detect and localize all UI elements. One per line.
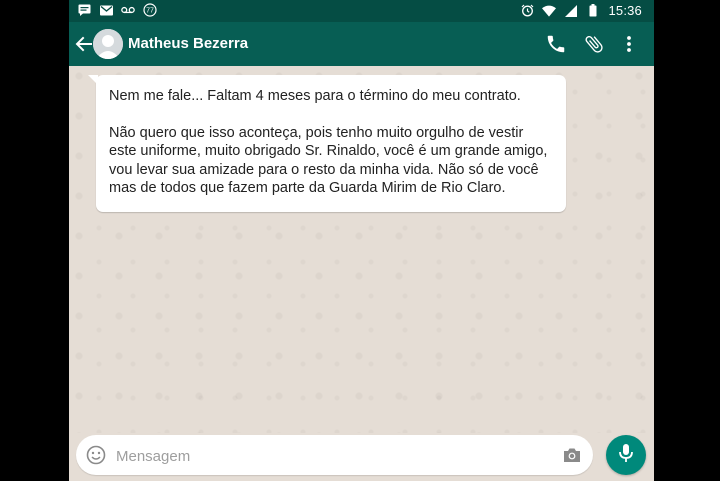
- gmail-icon: [99, 3, 113, 17]
- camera-icon[interactable]: [561, 444, 583, 466]
- mic-icon: [616, 442, 636, 469]
- attach-icon[interactable]: [583, 33, 605, 55]
- status-left-icons: 77: [77, 3, 157, 17]
- avatar[interactable]: [93, 29, 123, 59]
- message-input[interactable]: [114, 441, 558, 471]
- notification-count: 77: [146, 8, 154, 15]
- contact-name[interactable]: Matheus Bezerra: [128, 35, 248, 52]
- message-composer: [76, 435, 593, 475]
- back-arrow-icon[interactable]: [73, 33, 95, 55]
- default-avatar-icon: [93, 29, 123, 59]
- message-paragraph: Nem me fale... Faltam 4 meses para o tér…: [109, 88, 521, 104]
- mic-button[interactable]: [606, 435, 646, 475]
- incoming-message-bubble[interactable]: Nem me fale... Faltam 4 meses para o tér…: [88, 75, 566, 212]
- emoji-icon[interactable]: [85, 444, 107, 466]
- phone-icon[interactable]: [545, 33, 567, 55]
- voicemail-icon: [121, 3, 135, 17]
- status-time: 15:36: [608, 3, 642, 18]
- chat-area[interactable]: Nem me fale... Faltam 4 meses para o tér…: [69, 66, 654, 433]
- notification-77-icon: 77: [143, 3, 157, 17]
- message-icon: [77, 3, 91, 17]
- chat-header: Matheus Bezerra: [69, 22, 654, 66]
- message-paragraph: Não quero que isso aconteça, pois tenho …: [109, 124, 548, 197]
- battery-icon: [586, 4, 600, 18]
- status-right-icons: 15:36: [520, 3, 642, 18]
- more-vert-icon[interactable]: [618, 33, 640, 55]
- alarm-icon: [520, 4, 534, 18]
- whatsapp-screen: 77 15:36 Matheus Bezerra Nem me fale... …: [69, 0, 654, 481]
- signal-icon: [564, 4, 578, 18]
- status-bar: 77 15:36: [69, 0, 654, 22]
- wifi-icon: [542, 4, 557, 18]
